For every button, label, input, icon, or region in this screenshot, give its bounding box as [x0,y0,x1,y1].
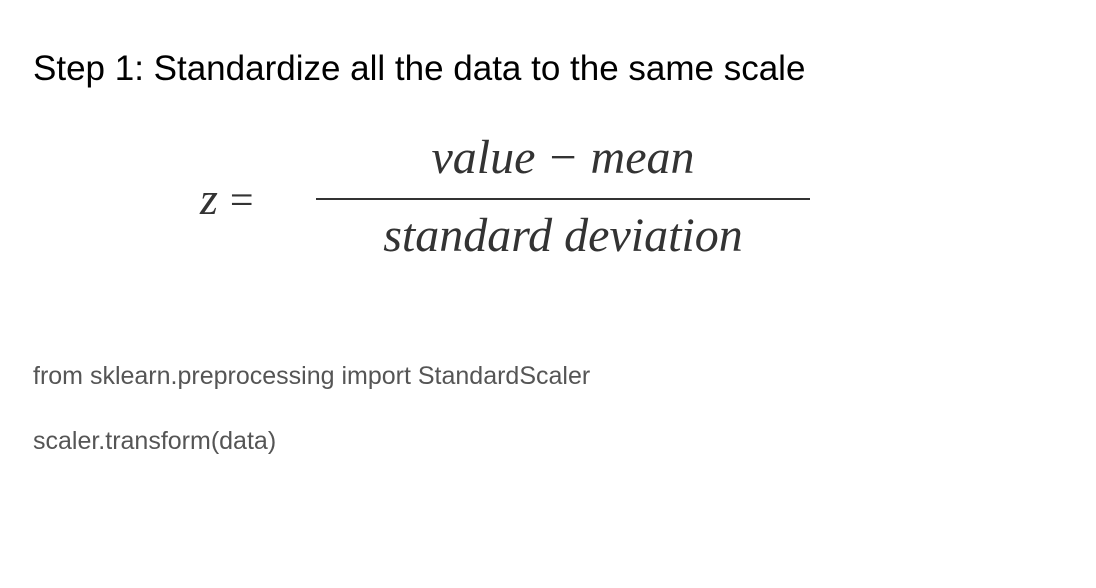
code-line-import: from sklearn.preprocessing import Standa… [33,362,591,390]
fraction-bar [316,198,810,200]
numerator-value: value [431,131,536,184]
formula-variable-z: z [200,173,218,224]
numerator-mean: mean [590,131,695,184]
code-line-transform: scaler.transform(data) [33,427,277,455]
numerator-minus-sign: − [549,131,577,184]
formula-numerator: value − mean [316,130,810,186]
slide-heading: Step 1: Standardize all the data to the … [33,49,806,88]
slide: Step 1: Standardize all the data to the … [0,0,1096,588]
formula-denominator: standard deviation [383,209,743,262]
formula-equals-sign: = [229,178,254,224]
formula-lhs: z = [200,174,254,226]
z-score-formula: z = value − mean standard deviation [200,128,820,268]
formula-fraction: value − mean standard deviation [316,128,810,268]
